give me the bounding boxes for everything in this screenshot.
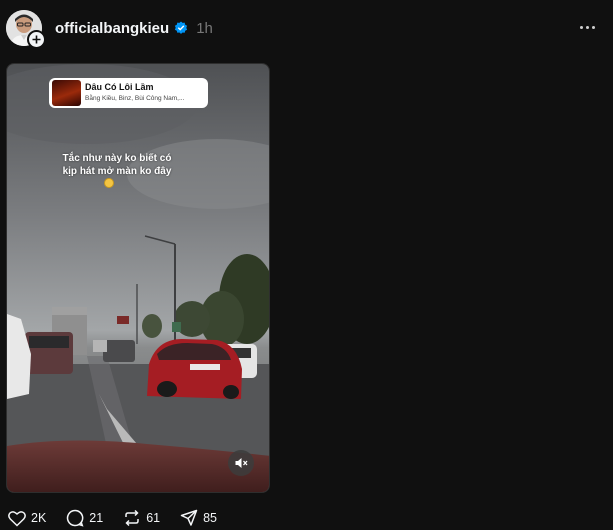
muted-speaker-icon[interactable] [228,450,254,476]
username-link[interactable]: officialbangkieu [55,20,169,37]
verified-badge-icon [174,21,188,35]
repost-count: 61 [146,511,161,525]
album-cover [52,80,81,106]
like-button[interactable]: 2K [8,510,46,527]
music-sticker[interactable]: Dẫu Có Lỗi Lầm Bằng Kiều, Binz, Bùi Công… [49,78,208,108]
video-player[interactable]: Dẫu Có Lỗi Lầm Bằng Kiều, Binz, Bùi Công… [6,63,270,493]
caption-line-1: Tắc như này ko biết có [62,153,172,164]
video-caption: Tắc như này ko biết có kịp hát mở màn ko… [47,152,187,178]
comment-count: 21 [89,511,104,525]
comment-button[interactable]: 21 [66,509,103,527]
share-count: 85 [203,511,218,525]
more-options-icon[interactable] [580,20,595,34]
repost-icon [125,509,139,527]
post-header: officialbangkieu 1h [55,19,213,37]
send-icon [180,509,198,526]
repost-button[interactable]: 61 [123,509,160,527]
comment-bubble-icon [67,509,84,527]
avatar-container[interactable] [6,10,46,49]
post-timestamp: 1h [196,19,213,37]
video-frame [7,64,269,492]
song-artists: Bằng Kiều, Binz, Bùi Công Nam,... [85,95,185,103]
share-button[interactable]: 85 [180,509,217,527]
follow-plus-icon[interactable] [27,30,46,49]
song-title: Dẫu Có Lỗi Lầm [85,83,154,93]
action-bar: 2K 21 61 85 [8,508,237,528]
caption-line-2: kịp hát mở màn ko đây [62,166,172,177]
like-count: 2K [31,511,47,525]
heart-icon [8,510,26,527]
emoji-icon [104,178,114,188]
